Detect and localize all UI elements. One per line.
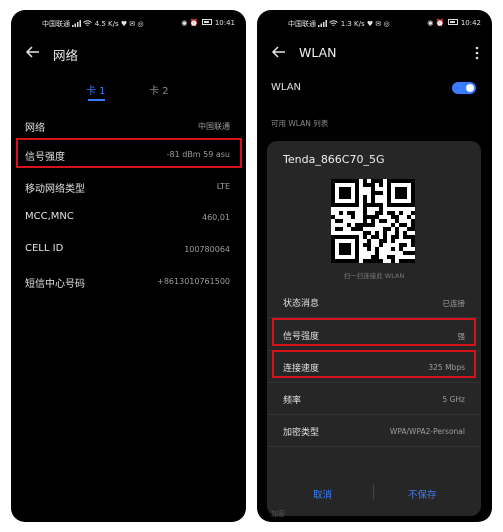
dialog-title: Tenda_866C70_5G	[283, 153, 385, 166]
wifi-status-icon	[329, 20, 339, 27]
detail-row-frequency: 频率 5 GHz	[267, 383, 481, 415]
status-bar: 中国联通 4.5 K/s ♥ ✉ ◎ ◉ ⏰ 10:41	[11, 10, 246, 36]
battery-icon	[201, 19, 212, 25]
detail-row-status: 状态消息 已连接	[267, 286, 481, 318]
back-arrow-icon[interactable]	[25, 44, 41, 60]
tab-sim-2[interactable]: 卡 2	[149, 82, 169, 97]
right-phone-screen: 中国联通 1.3 K/s ♥ ✉ ◎ ◉ ⏰ 10:42 WLAN WLAN 可…	[257, 10, 492, 522]
info-row-sms-center: 短信中心号码 +8613010761500	[11, 266, 246, 298]
row-value: +8613010761500	[157, 277, 230, 286]
button-divider	[373, 484, 374, 500]
wifi-qr-code	[331, 179, 415, 263]
row-label: 状态消息	[283, 299, 320, 309]
highlight-box	[16, 138, 242, 168]
battery-icon	[447, 19, 458, 25]
row-label: 短信中心号码	[25, 279, 85, 290]
row-value: WPA/WPA2-Personal	[389, 427, 465, 436]
highlight-box	[272, 318, 476, 346]
net-speed: 4.5 K/s	[94, 20, 119, 28]
row-value: 100780064	[184, 245, 230, 254]
alarm-icon: ⏰	[435, 19, 445, 27]
more-options-icon[interactable]	[474, 45, 480, 61]
row-label: MCC,MNC	[25, 211, 74, 222]
cancel-button[interactable]: 取消	[313, 487, 332, 501]
qr-caption: 扫一扫连接此 WLAN	[343, 272, 405, 280]
row-label: CELL ID	[25, 243, 64, 254]
available-networks-header: 可用 WLAN 列表	[271, 119, 329, 128]
row-label: 加密类型	[283, 428, 320, 438]
wlan-toggle[interactable]	[452, 82, 476, 94]
alarm-icon: ⏰	[189, 19, 199, 27]
detail-row-encryption: 加密类型 WPA/WPA2-Personal	[267, 415, 481, 447]
left-phone-screen: 中国联通 4.5 K/s ♥ ✉ ◎ ◉ ⏰ 10:41 网络 卡 1 卡 2 …	[11, 10, 246, 522]
status-icons: ♥ ✉ ◎	[366, 20, 390, 28]
row-label: 移动网络类型	[25, 184, 85, 195]
carrier-name: 中国联通	[288, 20, 316, 28]
carrier-name: 中国联通	[42, 20, 70, 28]
forget-network-button[interactable]: 不保存	[408, 487, 437, 501]
clock: 10:42	[460, 19, 481, 27]
page-title: 网络	[53, 48, 79, 63]
row-label: 网络	[25, 123, 45, 134]
row-value: LTE	[216, 182, 230, 191]
status-icons: ♥ ✉ ◎	[120, 20, 144, 28]
background-list-text: 加密	[271, 510, 285, 518]
row-value: 5 GHz	[442, 395, 465, 404]
row-value: 已连接	[442, 299, 466, 308]
status-bar: 中国联通 1.3 K/s ♥ ✉ ◎ ◉ ⏰ 10:42	[257, 10, 492, 36]
wifi-status-icon	[83, 20, 93, 27]
app-bar: 网络	[11, 42, 246, 64]
wifi-details-dialog: Tenda_866C70_5G 扫一扫连接此 WLAN 状态消息 已连接 信号强…	[267, 141, 481, 516]
page-title: WLAN	[299, 45, 337, 60]
app-bar: WLAN	[257, 42, 492, 64]
info-row-cell-id: CELL ID 100780064	[11, 234, 246, 266]
nfc-icon: ◉	[427, 19, 434, 27]
cellular-signal-icon	[318, 20, 328, 27]
info-row-mcc-mnc: MCC,MNC 460,01	[11, 202, 246, 234]
highlight-box	[272, 350, 476, 378]
row-value: 460,01	[202, 213, 230, 222]
row-value: 中国联通	[198, 122, 230, 131]
cellular-signal-icon	[72, 20, 82, 27]
wlan-toggle-label: WLAN	[271, 82, 302, 93]
clock: 10:41	[214, 19, 235, 27]
tab-sim-1[interactable]: 卡 1	[86, 82, 106, 97]
nfc-icon: ◉	[181, 19, 188, 27]
net-speed: 1.3 K/s	[340, 20, 365, 28]
back-arrow-icon[interactable]	[271, 44, 287, 60]
row-label: 频率	[283, 396, 302, 406]
tab-indicator	[88, 99, 105, 101]
info-row-network-type: 移动网络类型 LTE	[11, 171, 246, 203]
